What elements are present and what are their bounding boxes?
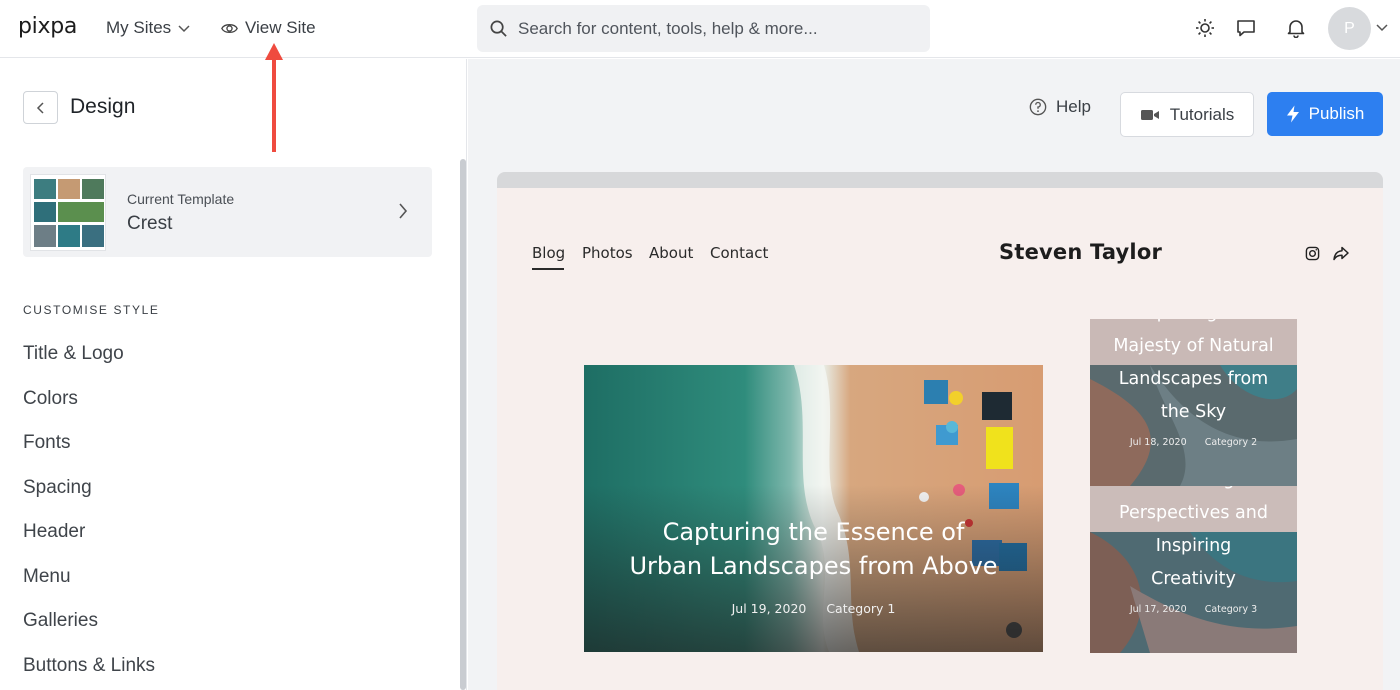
card-title-line: Perspectives and [1119,503,1268,523]
menu-item-spacing[interactable]: Spacing [23,477,92,499]
featured-title-line: Capturing the Essence of [662,518,965,546]
card-title-line: Elevating [1090,486,1297,497]
menu-item-galleries[interactable]: Galleries [23,610,98,632]
publish-label: Publish [1308,104,1365,123]
chevron-left-icon [36,101,44,114]
template-name: Crest [127,213,173,234]
question-circle-icon [1029,98,1047,116]
chevron-right-icon [399,203,408,219]
site-nav-blog[interactable]: Blog [532,244,565,262]
featured-post-meta: Jul 19, 2020 Category 1 [584,601,1043,616]
search-box[interactable] [477,5,930,52]
top-bar: pixpa My Sites View Site P [0,0,1400,58]
active-nav-underline [532,268,564,270]
card-title-line: Creativity [1151,569,1236,589]
post-category: Category 3 [1204,604,1258,615]
featured-post-title: Capturing the Essence of Urban Landscape… [584,515,1043,583]
featured-post-card[interactable]: Capturing the Essence of Urban Landscape… [584,365,1043,652]
section-heading: CUSTOMISE STYLE [23,303,160,317]
site-preview: Blog Photos About Contact Steven Taylor [497,188,1383,690]
post-card[interactable]: Exploring the Majesty of Natural Landsca… [1090,319,1297,486]
card-title-line: Inspiring [1155,536,1232,556]
template-thumbnail [30,174,106,251]
sun-icon [1196,19,1214,37]
my-sites-dropdown[interactable]: My Sites [106,18,191,38]
messages-button[interactable] [1235,17,1257,39]
help-label: Help [1056,97,1091,116]
post-card-meta: Jul 17, 2020 Category 3 [1090,604,1297,615]
site-title: Steven Taylor [999,240,1163,264]
view-site-link[interactable]: View Site [221,18,316,38]
publish-button[interactable]: Publish [1267,92,1383,136]
chat-icon [1237,20,1255,37]
video-camera-icon [1140,109,1159,120]
eye-icon [221,23,238,33]
template-label: Current Template [127,191,235,207]
post-date: Jul 19, 2020 [731,601,807,616]
avatar[interactable]: P [1328,7,1371,50]
post-category: Category 1 [826,601,896,616]
avatar-initial: P [1344,19,1355,37]
page-title: Design [70,95,136,118]
preview-frame-top [497,172,1383,188]
card-title-line: Exploring the [1090,319,1297,330]
post-date: Jul 18, 2020 [1129,437,1187,448]
instagram-icon[interactable] [1305,246,1320,261]
menu-item-colors[interactable]: Colors [23,388,78,410]
view-site-label: View Site [245,18,316,37]
post-card-title: Exploring the Majesty of Natural Landsca… [1090,319,1297,429]
pixpa-logo[interactable]: pixpa [18,14,77,39]
site-nav-contact[interactable]: Contact [710,244,768,262]
theme-toggle-button[interactable] [1194,17,1216,39]
card-title-line: the Sky [1160,402,1227,422]
sidebar-scrollbar[interactable] [460,159,466,690]
share-icon[interactable] [1333,246,1349,261]
design-sidebar: Design Current Template Crest CUSTOMISE … [0,59,467,690]
post-card-title: Elevating Perspectives and Inspiring Cre… [1090,486,1297,596]
my-sites-label: My Sites [106,18,172,37]
post-card[interactable]: Elevating Perspectives and Inspiring Cre… [1090,486,1297,653]
tutorials-button[interactable]: Tutorials [1120,92,1254,137]
annotation-arrow-icon [265,43,283,152]
menu-item-header[interactable]: Header [23,521,85,543]
card-title-line: Majesty of Natural [1113,336,1274,356]
menu-item-title-logo[interactable]: Title & Logo [23,343,124,365]
preview-pane: Help Tutorials Publish Blog Photos About… [468,59,1400,690]
search-icon [490,20,507,37]
menu-item-menu[interactable]: Menu [23,566,71,588]
menu-item-buttons-links[interactable]: Buttons & Links [23,655,155,677]
chevron-down-icon [178,25,190,33]
bell-icon [1287,20,1305,38]
post-category: Category 2 [1204,437,1258,448]
lightning-icon [1286,105,1299,123]
post-card-meta: Jul 18, 2020 Category 2 [1090,437,1297,448]
help-button[interactable]: Help [1029,97,1091,117]
tutorials-label: Tutorials [1169,104,1235,124]
card-title-line: Landscapes from [1118,369,1269,389]
current-template-card[interactable]: Current Template Crest [23,167,432,257]
site-nav-about[interactable]: About [649,244,693,262]
notifications-button[interactable] [1285,17,1307,39]
featured-title-line: Urban Landscapes from Above [629,552,998,580]
menu-item-fonts[interactable]: Fonts [23,432,71,454]
post-date: Jul 17, 2020 [1129,604,1187,615]
back-button[interactable] [23,91,58,124]
chevron-down-icon[interactable] [1375,20,1389,34]
site-nav-photos[interactable]: Photos [582,244,633,262]
search-input[interactable] [518,18,898,39]
